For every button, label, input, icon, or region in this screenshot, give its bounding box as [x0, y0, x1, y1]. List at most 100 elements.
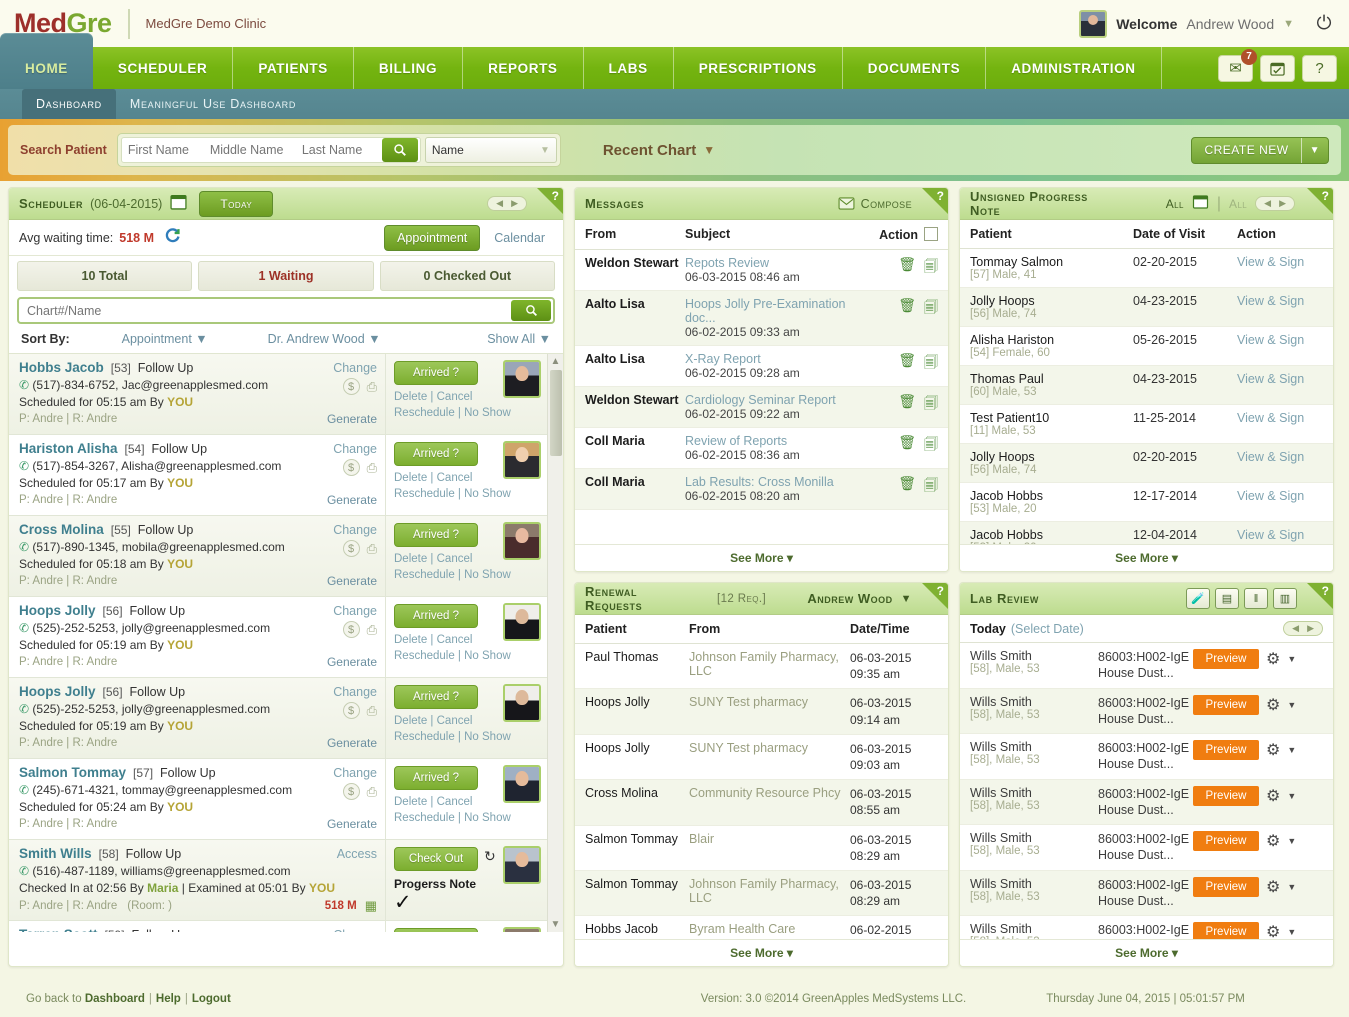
view-sign-link[interactable]: View & Sign [1237, 450, 1323, 464]
next-icon[interactable]: ▶ [1276, 198, 1289, 209]
chart-search-icon[interactable] [511, 300, 551, 321]
table-row[interactable]: Wills Smith [58], Male, 53 86003:H002-Ig… [960, 643, 1333, 689]
search-icon[interactable] [382, 138, 418, 162]
gear-icon[interactable]: ⚙ [1266, 922, 1280, 939]
appointment-row[interactable]: Hobbs Jacob [53] Follow Up Change ✆ (517… [9, 354, 547, 435]
view-sign-link[interactable]: View & Sign [1237, 489, 1323, 503]
chart-name-input[interactable] [27, 304, 511, 318]
next-icon[interactable]: ▶ [508, 198, 521, 209]
generate-link[interactable]: Generate [327, 412, 385, 426]
mark-unread-icon[interactable]: 🗐 [924, 352, 938, 376]
sort-option-doctor[interactable]: Dr. Andrew Wood ▼ [268, 332, 381, 346]
calendar-icon[interactable]: ▦ [365, 898, 377, 914]
arrived-button[interactable]: Arrived ? [394, 604, 478, 628]
unsigned-all-label[interactable]: All [1166, 197, 1184, 211]
reschedule-noshow-links[interactable]: Reschedule | No Show [394, 406, 541, 422]
tab-appointment[interactable]: Appointment [384, 225, 480, 251]
print-icon[interactable]: ⎙ [367, 703, 377, 719]
patient-photo[interactable] [503, 765, 541, 803]
search-type-select[interactable]: Name ▼ [425, 137, 557, 163]
patient-photo[interactable] [503, 603, 541, 641]
table-row[interactable]: Thomas Paul [60] Male, 53 04-23-2015 Vie… [960, 366, 1333, 405]
patient-photo[interactable] [503, 846, 541, 884]
patient-name[interactable]: Hariston Alisha [19, 441, 118, 456]
patient-photo[interactable] [503, 684, 541, 722]
arrived-button[interactable]: Arrived ? [394, 928, 478, 932]
mark-unread-icon[interactable]: 🗐 [924, 475, 938, 499]
billing-icon[interactable]: $ [343, 783, 360, 800]
nav-item-labs[interactable]: LABS [584, 47, 674, 89]
appointment-row[interactable]: Hoops Jolly [56] Follow Up Change ✆ (525… [9, 597, 547, 678]
lab-select-date-link[interactable]: (Select Date) [1011, 622, 1084, 636]
arrived-button[interactable]: Arrived ? [394, 523, 478, 547]
preview-button[interactable]: Preview [1193, 831, 1259, 851]
table-row[interactable]: Coll Maria Review of Reports 06-02-2015 … [575, 428, 948, 469]
patient-photo[interactable] [503, 522, 541, 560]
table-row[interactable]: Test Patient10 [11] Male, 53 11-25-2014 … [960, 405, 1333, 444]
patient-name[interactable]: Hoops Jolly [19, 603, 96, 618]
help-icon[interactable]: ? [937, 584, 944, 598]
change-link[interactable]: Change [333, 523, 385, 537]
stat-total[interactable]: 10 Total [17, 261, 192, 291]
refresh-icon[interactable] [164, 227, 181, 248]
change-link[interactable]: Change [333, 604, 385, 618]
scrollbar-thumb[interactable] [550, 370, 562, 456]
generate-link[interactable]: Generate [327, 655, 385, 669]
calendar-icon[interactable] [170, 193, 187, 215]
patient-name[interactable]: Cross Molina [19, 522, 104, 537]
renewal-doctor-filter[interactable]: Andrew Wood ▼ [807, 591, 938, 606]
chevron-down-icon[interactable]: ▼ [1287, 654, 1296, 664]
patient-photo[interactable] [503, 441, 541, 479]
nav-item-billing[interactable]: BILLING [354, 47, 463, 89]
sort-option-showall[interactable]: Show All ▼ [487, 332, 551, 346]
refresh-icon[interactable]: ↻ [484, 848, 496, 865]
message-subject[interactable]: Cardiology Seminar Report [685, 393, 876, 407]
appointment-row[interactable]: Hoops Jolly [56] Follow Up Change ✆ (525… [9, 678, 547, 759]
preview-button[interactable]: Preview [1193, 740, 1259, 760]
view-sign-link[interactable]: View & Sign [1237, 333, 1323, 347]
calendar-icon[interactable] [1192, 193, 1209, 214]
table-row[interactable]: Wills Smith [58], Male, 53 86003:H002-Ig… [960, 734, 1333, 780]
prev-icon[interactable]: ◀ [1289, 623, 1302, 634]
grid-icon[interactable]: ▤ [1215, 588, 1239, 609]
table-row[interactable]: Paul Thomas Johnson Family Pharmacy, LLC… [575, 644, 948, 689]
table-row[interactable]: Aalto Lisa X-Ray Report 06-02-2015 09:28… [575, 346, 948, 387]
check-out-button[interactable]: Check Out [394, 847, 478, 871]
mark-unread-icon[interactable]: 🗐 [924, 297, 938, 321]
change-link[interactable]: Change [333, 928, 385, 932]
nav-item-administration[interactable]: ADMINISTRATION [986, 47, 1161, 89]
reschedule-noshow-links[interactable]: Reschedule | No Show [394, 487, 541, 503]
print-icon[interactable]: ⎙ [367, 541, 377, 557]
help-icon[interactable]: ? [1302, 55, 1337, 82]
footer-dashboard-link[interactable]: Dashboard [85, 993, 145, 1005]
mark-unread-icon[interactable]: 🗐 [924, 256, 938, 280]
help-icon[interactable]: ? [1322, 584, 1329, 598]
reschedule-noshow-links[interactable]: Reschedule | No Show [394, 649, 541, 665]
mark-unread-icon[interactable]: 🗐 [924, 393, 938, 417]
subnav-item-meaningful-use-dashboard[interactable]: Meaningful Use Dashboard [116, 89, 310, 119]
patient-name[interactable]: Smith Wills [19, 846, 92, 861]
tab-calendar[interactable]: Calendar [486, 226, 553, 250]
appointment-row[interactable]: Salmon Tommay [57] Follow Up Change ✆ (2… [9, 759, 547, 840]
delete-icon[interactable]: 🗑 [898, 297, 916, 321]
preview-button[interactable]: Preview [1193, 649, 1259, 669]
table-row[interactable]: Hoops Jolly SUNY Test pharmacy 06-03-201… [575, 735, 948, 780]
chevron-down-icon[interactable]: ▼ [1287, 791, 1296, 801]
message-subject[interactable]: X-Ray Report [685, 352, 876, 366]
message-subject[interactable]: Repots Review [685, 256, 876, 270]
gear-icon[interactable]: ⚙ [1266, 695, 1280, 715]
patient-photo[interactable] [503, 927, 541, 932]
gear-icon[interactable]: ⚙ [1266, 877, 1280, 897]
patient-name[interactable]: Hoops Jolly [19, 684, 96, 699]
table-row[interactable]: Jolly Hoops [56] Male, 74 04-23-2015 Vie… [960, 288, 1333, 327]
footer-logout-link[interactable]: Logout [192, 993, 231, 1005]
reschedule-noshow-links[interactable]: Reschedule | No Show [394, 568, 541, 584]
help-icon[interactable]: ? [1322, 189, 1329, 203]
appointment-row-checked-in[interactable]: Smith Wills [58] Follow Up Access ✆ (516… [9, 840, 547, 921]
billing-icon[interactable]: $ [343, 702, 360, 719]
table-row[interactable]: Wills Smith [58], Male, 53 86003:H002-Ig… [960, 916, 1333, 939]
help-icon[interactable]: ? [552, 189, 559, 203]
preview-button[interactable]: Preview [1193, 877, 1259, 897]
appointment-row[interactable]: Cross Molina [55] Follow Up Change ✆ (51… [9, 516, 547, 597]
patient-photo[interactable] [503, 360, 541, 398]
